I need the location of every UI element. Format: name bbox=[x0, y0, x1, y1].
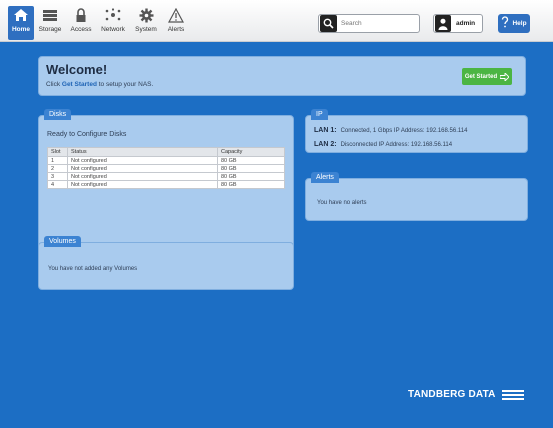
search-box[interactable] bbox=[318, 14, 420, 33]
nav-home-label: Home bbox=[11, 26, 31, 33]
storage-icon bbox=[40, 6, 60, 24]
nav-home[interactable]: Home bbox=[8, 6, 34, 40]
get-started-button[interactable]: Get Started bbox=[462, 68, 512, 85]
table-cell: 80 GB bbox=[217, 180, 285, 189]
nav-access-label: Access bbox=[70, 26, 92, 33]
house-icon bbox=[11, 6, 31, 24]
table-cell: 80 GB bbox=[217, 172, 285, 181]
lan1-status: Connected, 1 Gbps IP Address: 192.168.56… bbox=[340, 128, 468, 134]
nav-alerts[interactable]: Alerts bbox=[162, 6, 190, 40]
lock-icon bbox=[71, 6, 91, 24]
nav-storage-label: Storage bbox=[38, 26, 62, 33]
table-cell: 80 GB bbox=[217, 164, 285, 173]
disks-heading: Ready to Configure Disks bbox=[47, 131, 127, 138]
user-icon bbox=[435, 15, 451, 32]
column-header: Slot bbox=[47, 147, 68, 157]
table-row[interactable]: 2 Not configured 80 GB bbox=[47, 164, 285, 173]
welcome-title: Welcome! bbox=[46, 62, 108, 77]
disks-tab: Disks bbox=[44, 109, 72, 120]
network-icon bbox=[103, 6, 123, 24]
table-cell: 1 bbox=[47, 156, 68, 165]
volumes-message: You have not added any Volumes bbox=[48, 266, 138, 272]
table-cell: Not configured bbox=[67, 164, 218, 173]
table-cell: Not configured bbox=[67, 180, 218, 189]
welcome-sub-suffix: to setup your NAS. bbox=[96, 81, 154, 88]
table-cell: 80 GB bbox=[217, 156, 285, 165]
lan2-label: LAN 2: bbox=[314, 141, 337, 148]
table-row[interactable]: 1 Not configured 80 GB bbox=[47, 156, 285, 165]
nav-alerts-label: Alerts bbox=[167, 26, 185, 33]
user-menu[interactable]: admin bbox=[433, 14, 483, 33]
table-header-row: Slot Status Capacity bbox=[47, 147, 285, 157]
nav-access[interactable]: Access bbox=[66, 6, 96, 40]
brand-name: TANDBERG DATA bbox=[408, 389, 496, 400]
brand-bars-icon bbox=[501, 389, 524, 400]
table-cell: Not configured bbox=[67, 156, 218, 165]
column-header: Capacity bbox=[217, 147, 285, 157]
table-cell: 3 bbox=[47, 172, 68, 181]
get-started-button-label: Get Started bbox=[464, 73, 498, 80]
top-toolbar: Home Storage Access Network System Alert… bbox=[0, 0, 553, 42]
ip-panel: IP LAN 1: Connected, 1 Gbps IP Address: 1… bbox=[305, 109, 528, 153]
help-icon bbox=[501, 15, 509, 33]
table-row[interactable]: 4 Not configured 80 GB bbox=[47, 180, 285, 189]
nav-network[interactable]: Network bbox=[96, 6, 130, 40]
alerts-panel: Alerts You have no alerts bbox=[305, 172, 528, 221]
table-cell: 2 bbox=[47, 164, 68, 173]
column-header: Status bbox=[67, 147, 218, 157]
welcome-subtitle: Click Get Started to setup your NAS. bbox=[46, 81, 153, 88]
get-started-link[interactable]: Get Started bbox=[62, 81, 97, 88]
brand-logo: TANDBERG DATA bbox=[408, 389, 524, 400]
table-row[interactable]: 3 Not configured 80 GB bbox=[47, 172, 285, 181]
ip-tab: IP bbox=[311, 109, 328, 120]
lan1-label: LAN 1: bbox=[314, 127, 337, 134]
lan2-status: Disconnected IP Address: 192.168.56.114 bbox=[340, 142, 453, 148]
search-input[interactable] bbox=[341, 20, 419, 27]
help-label: Help bbox=[512, 20, 527, 27]
gear-icon bbox=[136, 6, 156, 24]
lan2-row: LAN 2: Disconnected IP Address: 192.168.5… bbox=[314, 141, 452, 148]
volumes-tab: Volumes bbox=[44, 236, 81, 247]
help-button[interactable]: Help bbox=[498, 14, 530, 33]
table-cell: Not configured bbox=[67, 172, 218, 181]
nav-system-label: System bbox=[135, 26, 157, 33]
alerts-tab: Alerts bbox=[311, 172, 339, 183]
disks-table: Slot Status Capacity 1 Not configured 80… bbox=[47, 147, 285, 189]
nav-network-label: Network bbox=[101, 26, 125, 33]
volumes-panel: Volumes You have not added any Volumes bbox=[38, 236, 294, 290]
nav-system[interactable]: System bbox=[130, 6, 162, 40]
alerts-message: You have no alerts bbox=[317, 200, 367, 206]
arrow-right-icon bbox=[500, 72, 510, 81]
user-name: admin bbox=[456, 20, 476, 27]
table-cell: 4 bbox=[47, 180, 68, 189]
welcome-sub-prefix: Click bbox=[46, 81, 62, 88]
lan1-row: LAN 1: Connected, 1 Gbps IP Address: 192.… bbox=[314, 127, 467, 134]
nav-storage[interactable]: Storage bbox=[34, 6, 66, 40]
search-icon[interactable] bbox=[320, 15, 337, 32]
dashboard-area: Welcome! Click Get Started to setup your… bbox=[0, 42, 553, 428]
welcome-panel: Welcome! Click Get Started to setup your… bbox=[38, 56, 526, 96]
warning-icon bbox=[166, 6, 186, 24]
main-nav: Home Storage Access Network System Alert… bbox=[8, 6, 190, 40]
